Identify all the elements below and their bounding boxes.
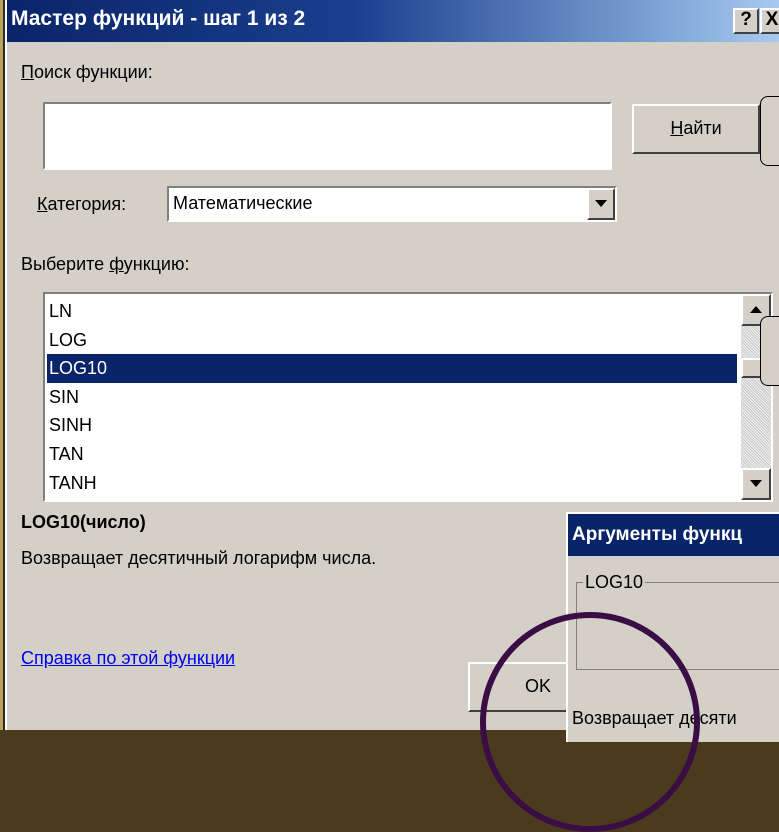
scroll-down-button[interactable] <box>741 468 771 500</box>
arguments-group-box: LOG10 <box>576 572 779 670</box>
callout-box-middle <box>760 316 779 386</box>
list-item[interactable]: TAN <box>47 440 737 469</box>
select-function-label: Выберите функцию: <box>21 254 190 274</box>
search-label: Поиск функции: <box>21 62 153 82</box>
function-description: Возвращает десятичный логарифм числа. <box>21 548 377 568</box>
category-dropdown-button[interactable] <box>587 188 615 220</box>
list-item[interactable]: LN <box>47 297 737 326</box>
dialog-title: Мастер функций - шаг 1 из 2 <box>11 7 306 30</box>
category-value: Математические <box>173 193 313 213</box>
callout-box-top <box>760 96 779 166</box>
list-item-selected[interactable]: LOG10 <box>47 354 737 383</box>
arrow-down-icon <box>750 480 762 487</box>
arguments-dialog-title[interactable]: Аргументы функц <box>568 514 779 556</box>
function-list[interactable]: LN LOG LOG10 SIN SINH TAN TANH <box>43 292 773 502</box>
search-input[interactable] <box>43 102 612 170</box>
function-signature: LOG10(число) <box>21 512 146 532</box>
arguments-group-label: LOG10 <box>583 572 646 593</box>
list-item[interactable]: SIN <box>47 383 737 412</box>
title-bar[interactable]: Мастер функций - шаг 1 из 2 ? X <box>7 0 779 42</box>
category-select[interactable]: Математические <box>167 186 617 222</box>
function-help-link[interactable]: Справка по этой функции <box>21 648 235 669</box>
category-label: Категория: <box>37 194 127 214</box>
close-button[interactable]: X <box>760 8 779 34</box>
function-arguments-dialog: Аргументы функц LOG10 Возвращает десяти <box>566 512 779 742</box>
find-button[interactable]: Найти <box>632 104 760 154</box>
arguments-description: Возвращает десяти <box>572 708 737 728</box>
chevron-down-icon <box>595 200 607 207</box>
list-item[interactable]: TANH <box>47 469 737 498</box>
arrow-up-icon <box>750 306 762 313</box>
help-button[interactable]: ? <box>733 8 759 34</box>
list-item[interactable]: LOG <box>47 326 737 355</box>
list-item[interactable]: SINH <box>47 411 737 440</box>
